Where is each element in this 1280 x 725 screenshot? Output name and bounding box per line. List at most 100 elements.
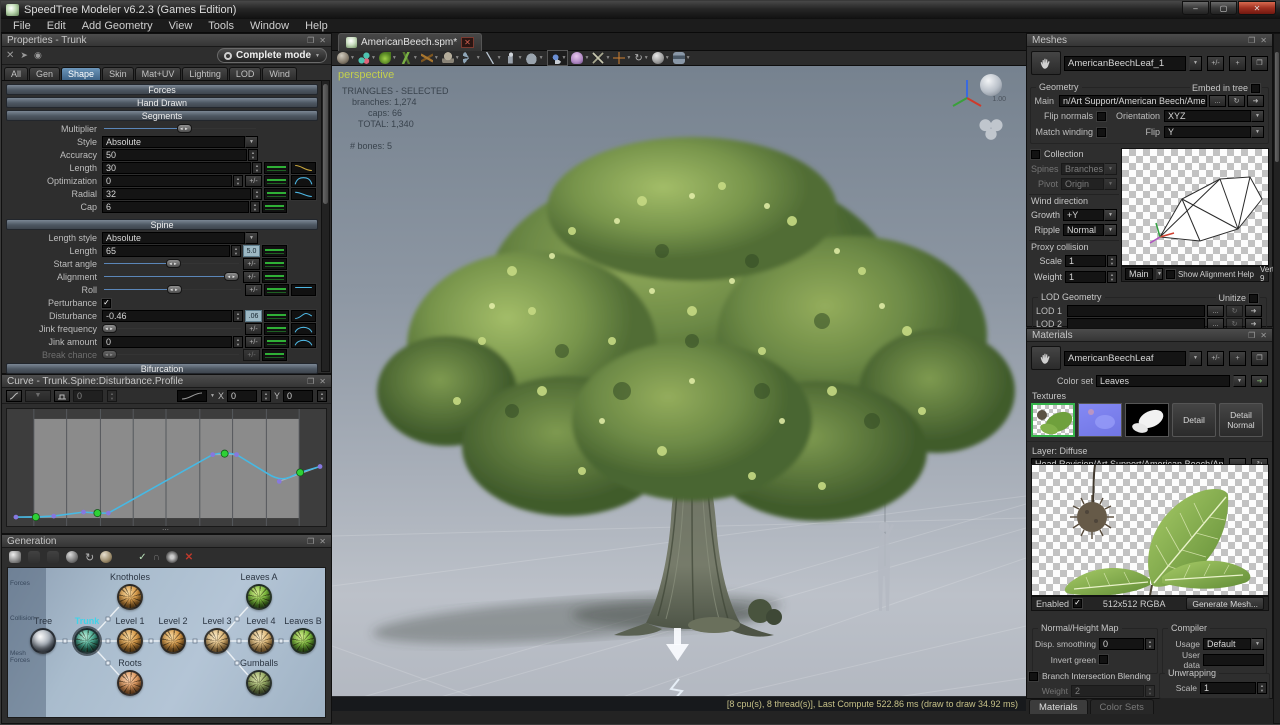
flip-caret-icon[interactable]: ▼ — [1251, 126, 1264, 138]
enable-node-icon[interactable]: ✓ — [138, 552, 146, 563]
group-nodes-icon[interactable] — [28, 551, 40, 563]
jink-frequency-slider[interactable]: ◄► — [102, 323, 243, 335]
cap-profile-thumb[interactable] — [262, 201, 287, 213]
main-refresh-button[interactable]: ↻ — [1228, 95, 1245, 107]
grass-tool[interactable]: ▼ — [400, 52, 418, 64]
usage-caret-icon[interactable]: ▼ — [1251, 638, 1264, 650]
material-selector-dropdown[interactable]: AmericanBeechLeaf — [1064, 351, 1186, 366]
curve-preset-dropdown[interactable]: ▼ — [25, 390, 51, 402]
lod1-refresh-button[interactable]: ↻ — [1226, 305, 1243, 317]
alignment-variance-button[interactable]: +/- — [243, 271, 260, 283]
ripple-caret-icon[interactable]: ▼ — [1104, 224, 1117, 236]
blend-weight-input[interactable]: 2 — [1071, 685, 1144, 697]
tab-gen[interactable]: Gen — [29, 67, 60, 81]
accuracy-spinner[interactable]: ▲▼ — [248, 149, 258, 161]
grab-material-button[interactable] — [1031, 346, 1061, 370]
spines-caret-icon[interactable]: ▼ — [1104, 163, 1117, 175]
optimization-profile-thumb[interactable] — [264, 175, 289, 187]
optimization-spinner[interactable]: ▲▼ — [233, 175, 243, 187]
radial-profile-thumb[interactable] — [264, 188, 289, 200]
document-tab-close-icon[interactable]: ✕ — [461, 37, 474, 48]
jink-frequency-variance-button[interactable]: +/- — [245, 323, 262, 335]
growth-caret-icon[interactable]: ▼ — [1104, 209, 1117, 221]
rotate-view-tool[interactable]: ↻▼ — [634, 53, 648, 64]
disturbance-variance-badge[interactable]: .06 — [245, 310, 262, 322]
section-hand-drawn[interactable]: Hand Drawn — [6, 97, 318, 108]
generation-panel-header[interactable]: Generation ❐ ✕ — [2, 535, 331, 548]
lod1-browse-button[interactable]: ... — [1207, 305, 1224, 317]
curve-y-input[interactable]: 0 — [283, 390, 313, 402]
disturbance-profile-thumb[interactable] — [264, 310, 289, 322]
alpha-texture-thumb[interactable] — [1125, 403, 1169, 437]
minimize-button[interactable]: – — [1182, 1, 1209, 15]
float-panel-icon[interactable]: ❐ — [1248, 331, 1255, 340]
spine-draw-tool[interactable]: ▼ — [484, 52, 502, 64]
unwrap-scale-spinner[interactable]: ▲▼ — [1257, 682, 1267, 694]
properties-panel-header[interactable]: Properties - Trunk ❐ ✕ — [2, 34, 331, 47]
curve-x-spinner[interactable]: ▲▼ — [261, 390, 271, 402]
alignment-help-checkbox[interactable] — [1166, 270, 1175, 279]
tab-mat-uv[interactable]: Mat+UV — [135, 67, 182, 81]
usage-dropdown[interactable]: Default — [1203, 638, 1251, 650]
right-panel-scrollbar[interactable] — [1273, 33, 1280, 724]
radial-curve-thumb[interactable] — [291, 188, 316, 200]
material-plusminus-button[interactable]: +/- — [1207, 351, 1224, 366]
disp-smoothing-input[interactable]: 0 — [1099, 638, 1144, 650]
cap-input[interactable]: 6 — [102, 201, 249, 213]
main-browse-button[interactable]: ... — [1209, 95, 1226, 107]
detail-normal-texture-button[interactable]: Detail Normal — [1219, 403, 1263, 437]
unitize-checkbox[interactable] — [1249, 294, 1258, 303]
disturbance-curve-thumb[interactable] — [291, 310, 316, 322]
close-panel-icon[interactable]: ✕ — [319, 377, 326, 386]
length-profile-thumb[interactable] — [264, 162, 289, 174]
diffuse-texture-thumb[interactable] — [1031, 403, 1075, 437]
material-selector-caret-icon[interactable]: ▼ — [1189, 351, 1202, 366]
lock-node-icon[interactable]: ∩ — [153, 552, 160, 563]
show-hide-icon[interactable] — [119, 551, 131, 563]
pink-tree-tool[interactable]: ▼ — [571, 52, 589, 64]
viewport[interactable]: perspective TRIANGLES - SELECTED branche… — [332, 66, 1026, 711]
disp-smoothing-spinner[interactable]: ▲▼ — [1145, 638, 1155, 650]
spines-dropdown[interactable]: Branches — [1061, 163, 1104, 175]
whats-this-tool-icon[interactable]: ➤ — [20, 50, 28, 61]
disturbance-input[interactable]: -0.46 — [102, 310, 232, 322]
close-panel-icon[interactable]: ✕ — [319, 36, 326, 45]
optimization-input[interactable]: 0 — [102, 175, 232, 187]
orientation-caret-icon[interactable]: ▼ — [1251, 110, 1264, 122]
lod1-export-button[interactable]: ➜ — [1245, 305, 1262, 317]
lod1-path-field[interactable] — [1067, 305, 1205, 317]
mesh-add-button[interactable]: + — [1229, 56, 1246, 71]
title-bar[interactable]: SpeedTree Modeler v6.2.3 (Games Edition)… — [1, 1, 1280, 19]
bones-tool[interactable]: ▼ — [592, 52, 610, 64]
radial-input[interactable]: 32 — [102, 188, 251, 200]
alignment-slider[interactable]: ◄► — [102, 271, 241, 283]
menu-file[interactable]: File — [5, 20, 39, 32]
float-panel-icon[interactable]: ❐ — [1248, 36, 1255, 45]
material-add-button[interactable]: + — [1229, 351, 1246, 366]
materials-panel-header[interactable]: Materials ❐ ✕ — [1027, 329, 1272, 342]
jink-amount-input[interactable]: 0 — [102, 336, 232, 348]
tab-all[interactable]: All — [4, 67, 28, 81]
curve-canvas[interactable] — [6, 408, 327, 527]
mesh-selector-dropdown[interactable]: AmericanBeechLeaf_1 — [1064, 56, 1186, 71]
curve-x-input[interactable]: 0 — [227, 390, 257, 402]
maximize-button[interactable]: ▢ — [1210, 1, 1237, 15]
diffuse-preview[interactable] — [1031, 464, 1269, 596]
material-ball-tool[interactable]: ▼ — [337, 52, 355, 64]
spine-length-profile-thumb[interactable] — [262, 245, 287, 257]
spine-length-variance-badge[interactable]: 5.0 — [243, 245, 260, 257]
preview-lod-caret-icon[interactable]: ▼ — [1156, 268, 1163, 280]
float-panel-icon[interactable]: ❐ — [307, 36, 314, 45]
tab-skin[interactable]: Skin — [102, 67, 134, 81]
grow-arrow-icon[interactable] — [662, 628, 694, 670]
invert-green-checkbox[interactable] — [1099, 655, 1108, 664]
tab-lighting[interactable]: Lighting — [182, 67, 228, 81]
break-chance-slider[interactable]: ◄► — [102, 349, 241, 361]
optimization-curve-thumb[interactable] — [291, 175, 316, 187]
generate-mesh-button[interactable]: Generate Mesh... — [1186, 597, 1264, 610]
spine-length-input[interactable]: 65 — [102, 245, 230, 257]
eye-tool-icon[interactable]: ◉ — [34, 50, 42, 61]
length-style-dropdown[interactable]: Absolute — [102, 232, 245, 244]
jink-frequency-curve-thumb[interactable] — [291, 323, 316, 335]
jink-frequency-profile-thumb[interactable] — [264, 323, 289, 335]
